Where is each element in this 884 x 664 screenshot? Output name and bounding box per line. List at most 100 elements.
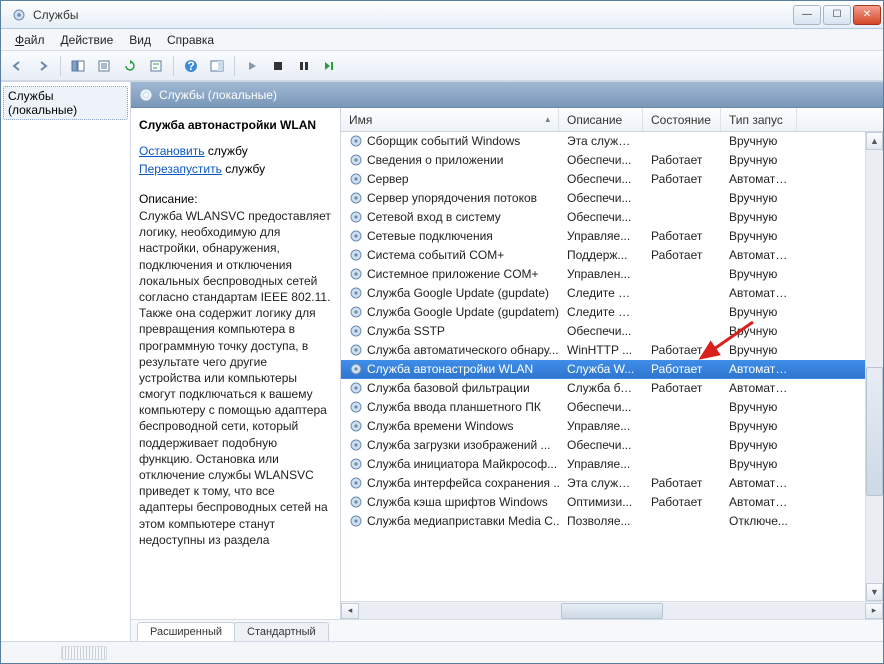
show-hide-tree-button[interactable] [66,54,90,78]
show-hide-action-button[interactable] [205,54,229,78]
statusbar [1,641,883,663]
gear-icon [139,88,153,102]
service-startup: Вручную [721,191,797,205]
back-button[interactable] [5,54,29,78]
service-startup: Автомати... [721,248,797,262]
service-icon [349,381,363,395]
menu-action[interactable]: Действие [53,31,122,49]
table-row[interactable]: Служба интерфейса сохранения ...Эта служ… [341,474,865,493]
service-name: Сведения о приложении [367,153,503,167]
table-row[interactable]: Сервер упорядочения потоковОбеспечи...Вр… [341,189,865,208]
export-list-button[interactable] [92,54,116,78]
table-row[interactable]: Служба Google Update (gupdatem)Следите з… [341,303,865,322]
help-button[interactable]: ? [179,54,203,78]
table-row[interactable]: Служба кэша шрифтов WindowsОптимизи...Ра… [341,493,865,512]
service-name: Система событий COM+ [367,248,504,262]
table-row[interactable]: Служба автоматического обнару...WinHTTP … [341,341,865,360]
start-service-button[interactable] [240,54,264,78]
svg-text:?: ? [187,59,194,73]
restart-service-link[interactable]: Перезапустить [139,162,222,176]
menu-help[interactable]: Справка [159,31,222,49]
menu-view[interactable]: Вид [121,31,159,49]
table-row[interactable]: СерверОбеспечи...РаботаетАвтомати... [341,170,865,189]
restart-service-button[interactable] [318,54,342,78]
table-row[interactable]: Сборщик событий WindowsЭта служб...Вручн… [341,132,865,151]
forward-button[interactable] [31,54,55,78]
column-description[interactable]: Описание [559,108,643,131]
service-desc: Служба ба... [559,381,643,395]
stop-service-button[interactable] [266,54,290,78]
service-desc: Следите за... [559,305,643,319]
service-icon [349,153,363,167]
column-state[interactable]: Состояние [643,108,721,131]
service-name: Служба медиаприставки Media C... [367,514,559,528]
close-button[interactable]: ✕ [853,5,881,25]
table-row[interactable]: Сетевые подключенияУправляе...РаботаетВр… [341,227,865,246]
service-name: Служба загрузки изображений ... [367,438,551,452]
service-state: Работает [643,248,721,262]
table-row[interactable]: Служба базовой фильтрацииСлужба ба...Раб… [341,379,865,398]
service-state: Работает [643,172,721,186]
table-row[interactable]: Служба инициатора Майкрософ...Управляе..… [341,455,865,474]
column-startup[interactable]: Тип запус [721,108,797,131]
service-startup: Автомати... [721,381,797,395]
toolbar: ? [1,51,883,81]
table-row[interactable]: Служба медиаприставки Media C...Позволяе… [341,512,865,531]
stop-service-link[interactable]: Остановить [139,144,205,158]
service-desc: Обеспечи... [559,153,643,167]
service-list: Имя▴ Описание Состояние Тип запус Сборщи… [341,108,883,619]
column-name[interactable]: Имя▴ [341,108,559,131]
titlebar[interactable]: Службы — ☐ ✕ [1,1,883,29]
table-row[interactable]: Служба загрузки изображений ...Обеспечи.… [341,436,865,455]
service-name: Служба автоматического обнару... [367,343,559,357]
table-row[interactable]: Служба автонастройки WLANСлужба W...Рабо… [341,360,865,379]
table-row[interactable]: Система событий COM+ Поддерж...РаботаетАв… [341,246,865,265]
table-row[interactable]: Сведения о приложенииОбеспечи...Работает… [341,151,865,170]
horizontal-scrollbar[interactable]: ◂ ▸ [341,601,883,619]
tab-standard[interactable]: Стандартный [234,622,329,641]
service-desc: WinHTTP ... [559,343,643,357]
service-name: Сборщик событий Windows [367,134,520,148]
service-desc: Обеспечи... [559,324,643,338]
table-row[interactable]: Служба SSTP Обеспечи... Вручную [341,322,865,341]
service-icon [349,400,363,414]
menu-file[interactable]: Файл [7,31,53,49]
table-row[interactable]: Служба ввода планшетного ПКОбеспечи...Вр… [341,398,865,417]
service-name: Служба Google Update (gupdatem) [367,305,559,319]
tree-pane: Службы (локальные) [1,82,131,641]
service-desc: Обеспечи... [559,172,643,186]
detail-pane: Служба автонастройки WLAN Остановить слу… [131,108,341,619]
pane-header: Службы (локальные) [131,82,883,108]
service-desc: Обеспечи... [559,400,643,414]
service-desc: Эта служб... [559,476,643,490]
table-row[interactable]: Служба времени WindowsУправляе...Вручную [341,417,865,436]
app-icon [11,7,27,23]
table-row[interactable]: Системное приложение COM+Управлен...Вруч… [341,265,865,284]
service-startup: Автомати... [721,362,797,376]
service-icon [349,324,363,338]
properties-button[interactable] [144,54,168,78]
service-icon [349,210,363,224]
refresh-button[interactable] [118,54,142,78]
service-icon [349,419,363,433]
maximize-button[interactable]: ☐ [823,5,851,25]
service-desc: Поддерж... [559,248,643,262]
service-desc: Следите за... [559,286,643,300]
service-name: Служба SSTP [367,324,445,338]
service-state: Работает [643,381,721,395]
service-icon [349,438,363,452]
service-startup: Вручную [721,343,797,357]
service-icon [349,305,363,319]
table-row[interactable]: Сетевой вход в системуОбеспечи...Вручную [341,208,865,227]
tab-extended[interactable]: Расширенный [137,622,235,641]
table-row[interactable]: Служба Google Update (gupdate)Следите за… [341,284,865,303]
pause-service-button[interactable] [292,54,316,78]
service-icon [349,267,363,281]
tree-node-services-local[interactable]: Службы (локальные) [3,86,128,120]
service-startup: Вручную [721,324,797,338]
minimize-button[interactable]: — [793,5,821,25]
service-name: Сетевой вход в систему [367,210,501,224]
service-startup: Вручную [721,419,797,433]
list-header: Имя▴ Описание Состояние Тип запус [341,108,883,132]
vertical-scrollbar[interactable]: ▲ ▼ [865,132,883,601]
